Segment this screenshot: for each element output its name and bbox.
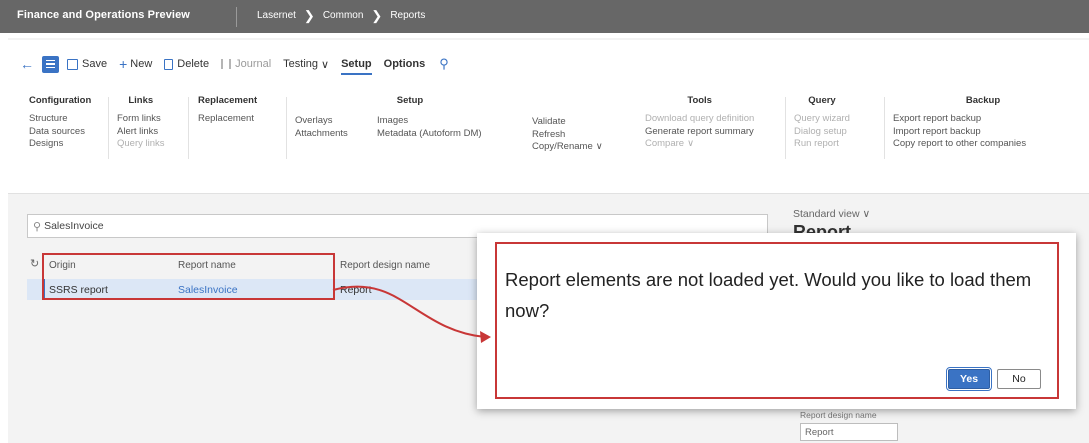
menu-item-query-links[interactable]: Query links xyxy=(117,138,165,151)
search-icon[interactable]: ⚲ xyxy=(439,56,449,72)
group-title: Configuration xyxy=(29,95,92,106)
group-title: Links xyxy=(128,95,154,106)
menu-item-run-report[interactable]: Run report xyxy=(794,138,850,151)
group-divider xyxy=(286,97,287,159)
menu-item-attachments[interactable]: Attachments xyxy=(295,128,348,141)
journal-button[interactable]: Journal xyxy=(221,58,271,70)
menu-item-structure[interactable]: Structure xyxy=(29,113,91,126)
menu-item-validate[interactable]: Validate xyxy=(532,116,603,129)
group-divider xyxy=(785,97,786,159)
menu-item-replacement[interactable]: Replacement xyxy=(198,113,257,126)
view-selector[interactable]: Standard view ∨ xyxy=(793,208,870,220)
menu-icon[interactable] xyxy=(42,55,59,73)
new-button[interactable]: + New xyxy=(119,56,152,72)
group-query: Query Query wizard Dialog setup Run repo… xyxy=(794,95,850,151)
menu-item-overlays[interactable]: Overlays xyxy=(295,115,348,128)
toolbar: ← Save + New Delete Journal Testing ∨ Setu… xyxy=(20,54,449,75)
chevron-down-icon: ∨ xyxy=(321,58,330,71)
group-validate: Validate Refresh Copy/Rename ∨ xyxy=(532,116,603,154)
menu-item-refresh[interactable]: Refresh xyxy=(532,129,603,142)
group-divider xyxy=(108,97,109,159)
menu-item-dialog-setup[interactable]: Dialog setup xyxy=(794,126,850,139)
breadcrumb: Lasernet ❯ Common ❯ Reports xyxy=(257,7,425,23)
group-title: Setup xyxy=(396,95,424,106)
save-icon xyxy=(67,58,78,70)
group-tools: Tools Download query definition Generate… xyxy=(645,95,754,151)
tab-options[interactable]: Options xyxy=(384,58,426,70)
field-label-report-design-name: Report design name xyxy=(800,410,877,420)
menu-item-alert-links[interactable]: Alert links xyxy=(117,126,165,139)
yes-button[interactable]: Yes xyxy=(946,367,992,391)
breadcrumb-common[interactable]: Common xyxy=(323,10,364,21)
action-pane: ← Save + New Delete Journal Testing ∨ Setu… xyxy=(8,40,1089,194)
testing-tab[interactable]: Testing ∨ xyxy=(283,58,329,71)
group-links: Links Form links Alert links Query links xyxy=(117,95,165,151)
menu-item-data-sources[interactable]: Data sources xyxy=(29,126,91,139)
menu-item-compare[interactable]: Compare ∨ xyxy=(645,138,754,151)
menu-item-export-report-backup[interactable]: Export report backup xyxy=(893,113,1073,126)
cell-report-design-name: Report xyxy=(340,283,372,296)
group-backup: Backup Export report backup Import repor… xyxy=(893,95,1073,151)
breadcrumb-lasernet[interactable]: Lasernet xyxy=(257,10,296,21)
menu-item-generate-report-summary[interactable]: Generate report summary xyxy=(645,126,754,139)
group-replacement: Replacement Replacement xyxy=(198,95,257,126)
column-header-report-design-name[interactable]: Report design name xyxy=(340,260,430,271)
menu-item-form-links[interactable]: Form links xyxy=(117,113,165,126)
group-divider xyxy=(188,97,189,159)
search-icon: ⚲ xyxy=(33,220,42,233)
group-configuration: Configuration Structure Data sources Des… xyxy=(29,95,91,151)
menu-item-images[interactable]: Images xyxy=(377,115,482,128)
chevron-down-icon: ∨ xyxy=(595,141,603,152)
menu-item-import-report-backup[interactable]: Import report backup xyxy=(893,126,1073,139)
filter-value: SalesInvoice xyxy=(44,220,104,232)
save-button[interactable]: Save xyxy=(67,58,107,70)
menu-item-metadata[interactable]: Metadata (Autoform DM) xyxy=(377,128,482,141)
breadcrumb-reports[interactable]: Reports xyxy=(390,10,425,21)
tab-setup[interactable]: Setup xyxy=(341,58,372,75)
group-title: Query xyxy=(808,95,836,106)
delete-icon xyxy=(164,58,174,70)
chevron-down-icon: ∨ xyxy=(687,138,695,149)
app-title[interactable]: Finance and Operations Preview xyxy=(17,9,190,21)
breadcrumb-separator-icon: ❯ xyxy=(371,7,383,23)
no-button[interactable]: No xyxy=(997,369,1041,389)
highlight-box xyxy=(42,253,335,300)
group-title: Tools xyxy=(687,95,712,106)
journal-icon xyxy=(221,59,232,69)
top-navigation-bar: Finance and Operations Preview Lasernet … xyxy=(0,0,1089,33)
chevron-down-icon: ∨ xyxy=(862,208,871,220)
group-setup: Setup Overlays Attachments Images Metada… xyxy=(295,95,525,139)
back-arrow-icon[interactable]: ← xyxy=(20,56,34,72)
menu-item-designs[interactable]: Designs xyxy=(29,138,91,151)
menu-item-download-query-definition[interactable]: Download query definition xyxy=(645,113,754,126)
group-title: Replacement xyxy=(198,95,258,106)
topbar-divider xyxy=(236,7,237,27)
menu-item-query-wizard[interactable]: Query wizard xyxy=(794,113,850,126)
group-divider xyxy=(884,97,885,159)
group-title: Backup xyxy=(965,95,1001,106)
menu-item-copy-rename[interactable]: Copy/Rename ∨ xyxy=(532,141,603,154)
dialog-message: Report elements are not loaded yet. Woul… xyxy=(505,269,1032,321)
breadcrumb-separator-icon: ❯ xyxy=(303,7,315,23)
delete-button[interactable]: Delete xyxy=(164,58,209,70)
plus-icon: + xyxy=(119,56,128,72)
field-report-design-name[interactable]: Report xyxy=(800,423,898,441)
menu-item-copy-report-to-other-companies[interactable]: Copy report to other companies xyxy=(893,138,1073,151)
